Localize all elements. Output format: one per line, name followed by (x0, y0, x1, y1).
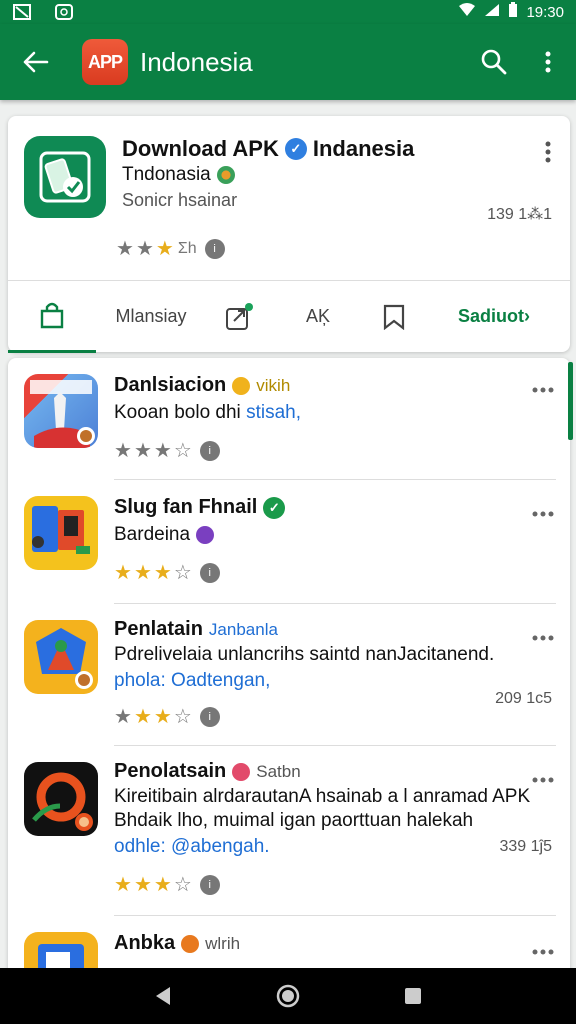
app-name: Danlsiacion vikih (114, 374, 291, 396)
more-horizontal-icon[interactable] (530, 504, 556, 524)
star-icon: ★ (153, 874, 172, 896)
list-item[interactable]: Danlsiacion vikih Kooan bolo dhi stisah,… (8, 358, 570, 480)
badge-icon (216, 166, 235, 184)
featured-app-title: Download APK ✓ Indanesia (122, 136, 415, 161)
star-icon: ★ (133, 440, 152, 462)
more-horizontal-icon[interactable] (530, 770, 556, 790)
star-icon: ★ (153, 562, 172, 584)
app-description-link: odhle: @abengah. (114, 836, 270, 857)
page-title: Indonesia (140, 46, 253, 77)
star-icon: ★ (133, 874, 152, 896)
app-logo: APP (82, 39, 128, 85)
star-icon: ★ (114, 440, 132, 462)
app-name: Penolatsain Satbn (114, 760, 301, 782)
star-icon: ★ (133, 706, 152, 728)
more-horizontal-icon[interactable] (530, 380, 556, 400)
star-icon: ★ (114, 706, 132, 728)
tab-mlansiay[interactable]: Mlansiay (96, 281, 206, 353)
overflow-menu-icon[interactable] (538, 46, 558, 78)
app-rating: ★ ★ ★ ☆ i (114, 438, 220, 463)
app-name: Anbka wlrih (114, 932, 241, 954)
tab-sadiuot[interactable]: Sadiuot› (424, 281, 564, 353)
featured-rating: ★ ★ ★ Ʃh i (116, 236, 225, 261)
info-icon: i (199, 562, 220, 583)
star-empty-icon: ☆ (173, 706, 192, 728)
verified-icon: ✓ (284, 138, 307, 160)
battery-icon (508, 2, 518, 22)
app-description: Pdrelivelaia unlancrihs saintd nanJacita… (114, 644, 495, 665)
scroll-indicator[interactable] (568, 362, 573, 440)
list-item[interactable]: Penlatain Janbanla Pdrelivelaia unlancri… (8, 604, 570, 746)
share-icon (226, 302, 253, 330)
list-item[interactable]: Slug fan Fhnail ✓ Bardeina ★ ★ ★ ☆ i (8, 480, 570, 604)
app-icon (24, 620, 98, 694)
card-menu-icon[interactable] (540, 138, 556, 166)
star-empty-icon: ☆ (173, 874, 192, 896)
star-icon: ★ (155, 238, 174, 260)
tab-store[interactable] (8, 281, 96, 353)
list-item[interactable]: Penolatsain Satbn Kireitibain alrdarauta… (8, 746, 570, 916)
smile-icon (232, 376, 251, 395)
star-empty-icon: ☆ (173, 562, 192, 584)
flower-icon (181, 934, 200, 953)
featured-app-count: 139 1⁂1 (487, 206, 552, 223)
featured-app-card[interactable]: Download APK ✓ Indanesia Tndonasia Sonic… (8, 116, 570, 353)
bookmark-icon (383, 304, 405, 330)
app-count: 339 1ĵ5 (499, 838, 553, 855)
star-icon: ★ (153, 706, 172, 728)
app-bar: APP Indonesia (0, 24, 576, 100)
star-icon: ★ (153, 440, 172, 462)
star-icon: ★ (133, 562, 152, 584)
more-horizontal-icon[interactable] (530, 942, 556, 962)
search-icon[interactable] (478, 46, 510, 78)
app-description: Bardeina (114, 524, 215, 546)
back-arrow-icon[interactable] (18, 44, 54, 80)
star-icon: ★ (114, 562, 132, 584)
app-rating: ★ ★ ★ ☆ i (114, 704, 220, 729)
app-description: Bhdaik lho, muimal igan paorttuan haleka… (114, 810, 474, 831)
app-icon (24, 496, 98, 570)
tab-ak[interactable]: AĶ (272, 281, 364, 353)
shopping-bag-icon (40, 302, 64, 329)
signal-icon (484, 3, 500, 21)
wifi-icon (458, 3, 476, 21)
nav-back-icon[interactable] (143, 976, 183, 1016)
badge-icon (196, 526, 215, 544)
app-notification-icon (54, 4, 74, 20)
app-icon (24, 762, 98, 836)
star-icon: ★ (116, 238, 134, 260)
app-description: Kireitibain alrdarautanA hsainab a l anr… (114, 786, 531, 807)
info-icon: i (199, 874, 220, 895)
app-count: 209 1c5 (495, 690, 552, 707)
app-list: Danlsiacion vikih Kooan bolo dhi stisah,… (8, 358, 570, 978)
tab-bar: Mlansiay AĶ Sadiuot› (8, 280, 570, 353)
verified-icon: ✓ (263, 496, 286, 519)
app-icon (24, 374, 98, 448)
app-description-link: phola: Oadtengan, (114, 670, 271, 691)
status-bar: 19:30 (0, 0, 576, 24)
app-rating: ★ ★ ★ ☆ i (114, 872, 220, 897)
nav-home-icon[interactable] (268, 976, 308, 1016)
tab-bookmark[interactable] (364, 281, 424, 353)
star-empty-icon: ☆ (173, 440, 192, 462)
info-icon: i (204, 238, 225, 259)
info-icon: i (199, 706, 220, 727)
app-description: Kooan bolo dhi stisah, (114, 402, 301, 423)
flower-icon (232, 762, 251, 781)
notification-icon (12, 4, 32, 20)
featured-app-developer: Sonicr hsainar (122, 190, 238, 210)
status-time: 19:30 (526, 3, 564, 21)
system-nav-bar (0, 968, 576, 1024)
featured-app-subtitle: Tndonasia (122, 164, 235, 186)
nav-recents-icon[interactable] (393, 976, 433, 1016)
app-name: Penlatain Janbanla (114, 618, 278, 640)
star-icon: ★ (135, 238, 154, 260)
featured-app-icon (24, 136, 106, 218)
more-horizontal-icon[interactable] (530, 628, 556, 648)
app-name: Slug fan Fhnail ✓ (114, 496, 286, 519)
app-rating: ★ ★ ★ ☆ i (114, 560, 220, 585)
tab-share[interactable] (206, 281, 272, 353)
star-icon: ★ (114, 874, 132, 896)
info-icon: i (199, 440, 220, 461)
